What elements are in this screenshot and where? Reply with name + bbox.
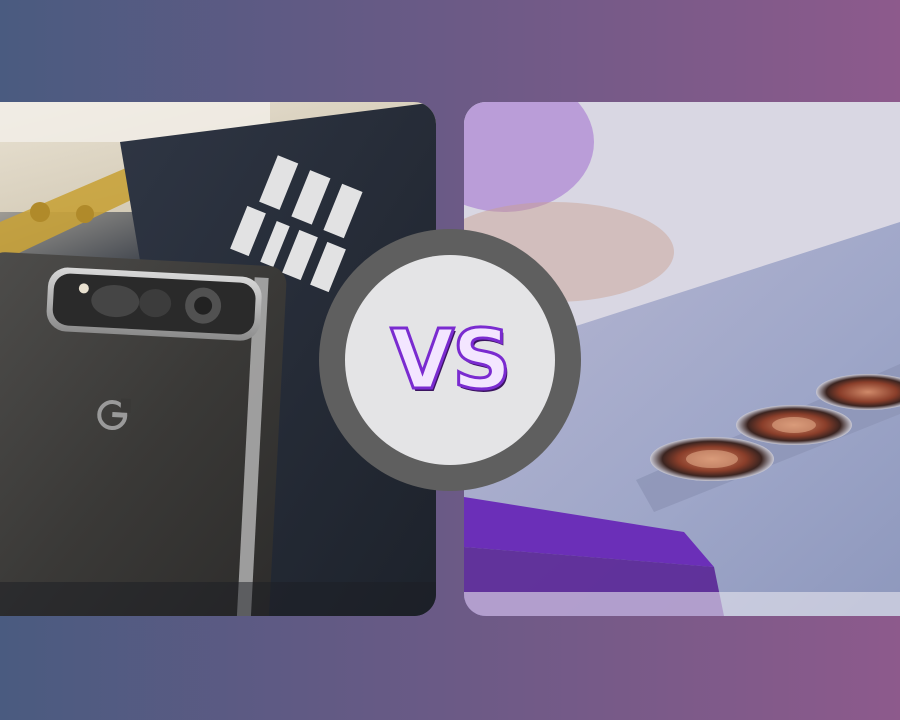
phone-body (0, 252, 287, 616)
vs-label: VS (389, 311, 513, 409)
